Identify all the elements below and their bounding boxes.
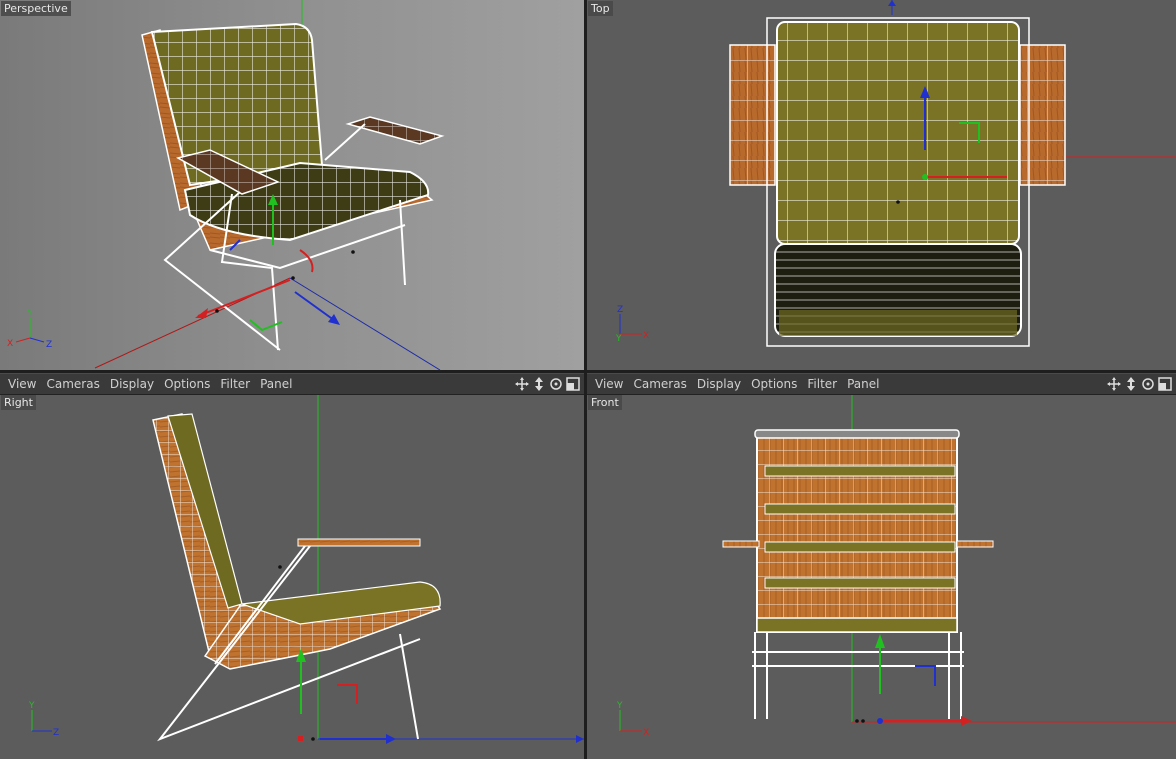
menu-display[interactable]: Display	[105, 374, 159, 394]
seat-front	[756, 617, 958, 633]
svg-text:Y: Y	[26, 309, 33, 319]
armrest	[297, 538, 421, 547]
scale-view-icon[interactable]	[531, 377, 546, 392]
svg-text:Z: Z	[617, 305, 623, 315]
move-view-icon[interactable]	[1106, 377, 1121, 392]
menu-panel[interactable]: Panel	[842, 374, 884, 394]
front-viewport[interactable]: Front Y X	[587, 394, 1176, 759]
toggle-view-icon[interactable]	[565, 377, 580, 392]
axis-indicator: Z X Y	[615, 305, 649, 344]
menu-view[interactable]: View	[3, 374, 41, 394]
menu-filter[interactable]: Filter	[215, 374, 255, 394]
svg-text:X: X	[643, 728, 649, 738]
viewport-label-front: Front	[588, 395, 622, 410]
perspective-scene: Y X Z	[7, 0, 445, 370]
z-ground-line	[289, 277, 441, 370]
svg-text:Y: Y	[28, 701, 35, 711]
menu-filter[interactable]: Filter	[802, 374, 842, 394]
top-viewport[interactable]: Top Z X Y	[587, 0, 1176, 370]
toggle-view-icon[interactable]	[1157, 377, 1172, 392]
right-scene: Y Z	[28, 394, 584, 744]
viewport-menubar-right: View Cameras Display Options Filter Pane…	[587, 373, 1176, 395]
menu-cameras[interactable]: Cameras	[628, 374, 691, 394]
svg-text:X: X	[7, 339, 13, 349]
menu-view[interactable]: View	[590, 374, 628, 394]
menu-display[interactable]: Display	[692, 374, 746, 394]
svg-text:Y: Y	[616, 701, 623, 711]
menu-options[interactable]: Options	[159, 374, 215, 394]
svg-text:Z: Z	[53, 728, 59, 738]
axis-indicator: Y X Z	[7, 309, 52, 350]
svg-text:Z: Z	[46, 340, 52, 350]
viewport-label-right: Right	[1, 395, 36, 410]
armrest-left	[722, 540, 760, 548]
axis-indicator: Y Z	[28, 701, 59, 738]
right-viewport[interactable]: Right Y Z	[0, 394, 584, 759]
armrest-right	[956, 540, 994, 548]
viewport-label-top: Top	[588, 1, 613, 16]
viewport-divider-horizontal[interactable]	[0, 370, 1176, 373]
rotate-view-icon[interactable]	[1140, 377, 1155, 392]
top-scene: Z X Y	[615, 0, 1176, 347]
legs	[752, 632, 964, 719]
perspective-viewport[interactable]: Perspective Y X Z	[0, 0, 584, 370]
menu-options[interactable]: Options	[746, 374, 802, 394]
rotate-view-icon[interactable]	[548, 377, 563, 392]
axis-indicator: Y X	[616, 701, 649, 738]
viewport-divider-vertical[interactable]	[584, 0, 587, 759]
menu-cameras[interactable]: Cameras	[41, 374, 104, 394]
scale-view-icon[interactable]	[1123, 377, 1138, 392]
svg-text:Y: Y	[615, 334, 622, 344]
viewport-menubar-left: View Cameras Display Options Filter Pane…	[0, 373, 584, 395]
viewport-label-perspective: Perspective	[1, 1, 71, 16]
move-view-icon[interactable]	[514, 377, 529, 392]
svg-text:X: X	[643, 331, 649, 341]
front-scene: Y X	[616, 394, 1176, 738]
menu-panel[interactable]: Panel	[255, 374, 297, 394]
